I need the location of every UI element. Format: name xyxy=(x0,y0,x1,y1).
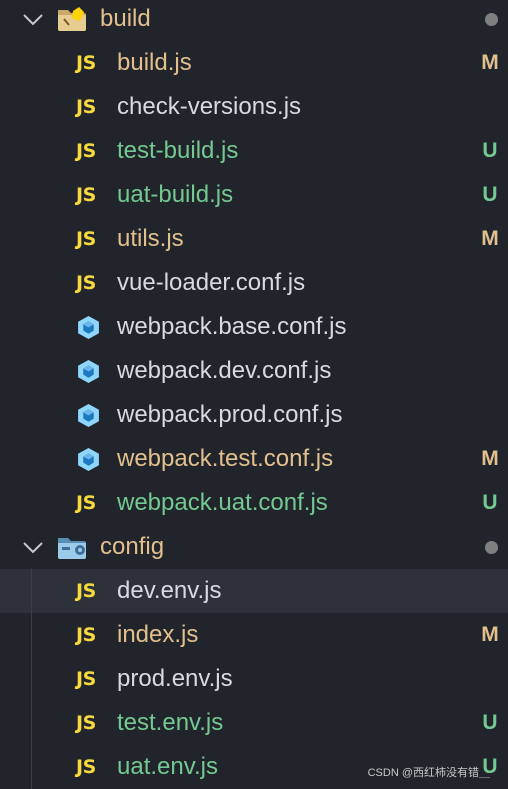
file-name: webpack.test.conf.js xyxy=(117,445,334,472)
modified-dot-icon xyxy=(485,541,498,554)
file-row[interactable]: JS check-versions.js xyxy=(0,85,508,129)
file-row[interactable]: webpack.base.conf.js xyxy=(0,305,508,349)
js-file-icon: JS xyxy=(76,624,96,646)
git-status-badge: M xyxy=(481,623,499,646)
js-file-icon: JS xyxy=(76,52,96,74)
file-row[interactable]: JS build.js M xyxy=(0,41,508,85)
modified-dot-icon xyxy=(485,13,498,26)
js-file-icon: JS xyxy=(76,184,96,206)
file-name: webpack.uat.conf.js xyxy=(117,489,328,516)
file-row[interactable]: webpack.dev.conf.js xyxy=(0,349,508,393)
git-status-badge: U xyxy=(482,491,498,514)
folder-label: build xyxy=(100,5,151,32)
folder-build-icon xyxy=(56,5,88,33)
chevron-down-icon[interactable] xyxy=(22,8,44,30)
js-file-icon: JS xyxy=(76,96,96,118)
folder-label: config xyxy=(100,533,165,560)
file-name: test.env.js xyxy=(117,709,224,736)
file-name: webpack.base.conf.js xyxy=(117,313,347,340)
file-name: build.js xyxy=(117,49,192,76)
git-status-badge: M xyxy=(481,447,499,470)
file-name: uat.env.js xyxy=(117,753,218,780)
file-row[interactable]: JS test-build.js U xyxy=(0,129,508,173)
git-status-badge: U xyxy=(482,139,498,162)
js-file-icon: JS xyxy=(76,272,96,294)
file-row[interactable]: JS test.env.js U xyxy=(0,701,508,745)
file-name: uat-build.js xyxy=(117,181,234,208)
file-name: index.js xyxy=(117,621,199,648)
file-name: vue-loader.conf.js xyxy=(117,269,306,296)
folder-config-icon xyxy=(56,533,88,561)
file-name: webpack.dev.conf.js xyxy=(117,357,332,384)
file-row[interactable]: JS uat-build.js U xyxy=(0,173,508,217)
js-file-icon: JS xyxy=(76,580,96,602)
file-row[interactable]: JS index.js M xyxy=(0,613,508,657)
js-file-icon: JS xyxy=(76,228,96,250)
file-name: dev.env.js xyxy=(117,577,222,604)
file-explorer-tree: build JS build.js M JS check-versions.js JS tes… xyxy=(0,0,508,789)
file-name: test-build.js xyxy=(117,137,239,164)
file-row[interactable]: JS webpack.uat.conf.js U xyxy=(0,481,508,525)
js-file-icon: JS xyxy=(76,712,96,734)
git-status-badge: M xyxy=(481,227,499,250)
js-file-icon: JS xyxy=(76,492,96,514)
folder-row-build[interactable]: build xyxy=(0,0,508,41)
git-status-badge: M xyxy=(481,51,499,74)
webpack-icon xyxy=(76,403,101,428)
watermark: CSDN @西红柿没有错＿ xyxy=(367,767,490,779)
webpack-icon xyxy=(76,359,101,384)
file-row[interactable]: webpack.prod.conf.js xyxy=(0,393,508,437)
file-name: prod.env.js xyxy=(117,665,233,692)
indent-guide xyxy=(31,569,32,789)
file-name: utils.js xyxy=(117,225,184,252)
file-name: webpack.prod.conf.js xyxy=(117,401,343,428)
file-row[interactable]: JS utils.js M xyxy=(0,217,508,261)
git-status-badge: U xyxy=(482,711,498,734)
file-row[interactable]: JS prod.env.js xyxy=(0,657,508,701)
chevron-down-icon[interactable] xyxy=(22,536,44,558)
js-file-icon: JS xyxy=(76,668,96,690)
file-name: check-versions.js xyxy=(117,93,302,120)
js-file-icon: JS xyxy=(76,756,96,778)
folder-row-config[interactable]: config xyxy=(0,525,508,569)
file-row[interactable]: JS vue-loader.conf.js xyxy=(0,261,508,305)
js-file-icon: JS xyxy=(76,140,96,162)
file-row[interactable]: JS dev.env.js xyxy=(0,569,508,613)
file-row[interactable]: webpack.test.conf.js M xyxy=(0,437,508,481)
webpack-icon xyxy=(76,447,101,472)
webpack-icon xyxy=(76,315,101,340)
git-status-badge: U xyxy=(482,183,498,206)
